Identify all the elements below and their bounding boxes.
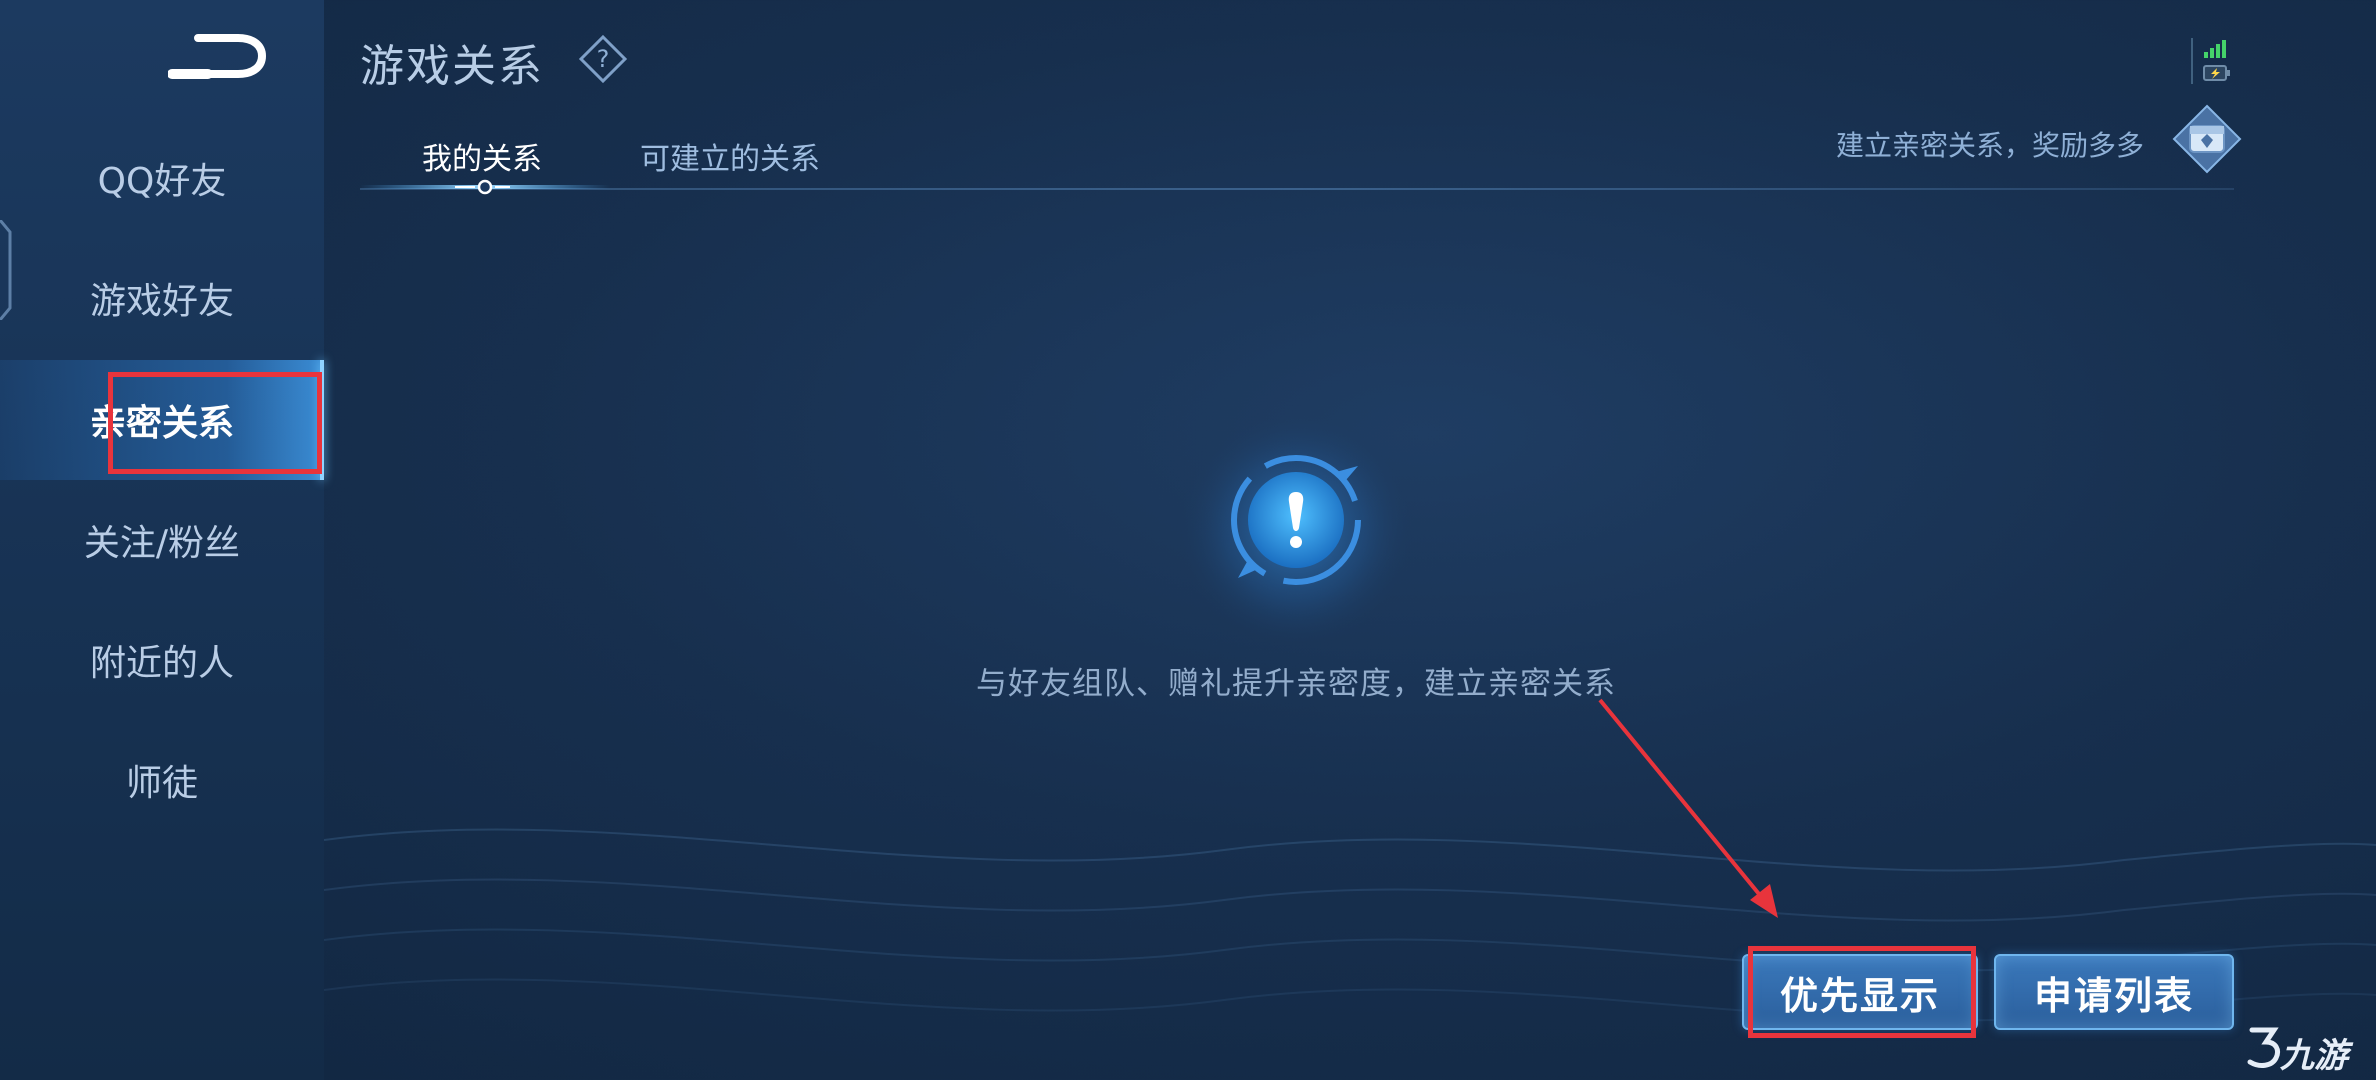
sidebar-item-follow-fans[interactable]: 关注/粉丝 [0,480,324,600]
active-tab-indicator [360,179,610,195]
promo-link[interactable]: 建立亲密关系，奖励多多 [1836,124,2144,164]
site-logo-icon [2247,1027,2281,1068]
help-question-icon[interactable]: ? [578,34,628,84]
sidebar-item-game-friends[interactable]: 游戏好友 [0,238,324,358]
tabs-divider [360,188,2234,190]
priority-display-button[interactable]: 优先显示 [1742,954,1978,1030]
tab-available-relations[interactable]: 可建立的关系 [640,126,820,186]
svg-text:?: ? [597,45,610,73]
sidebar-item-label: QQ好友 [97,161,227,202]
sidebar-item-intimate-relations[interactable]: 亲密关系 [0,360,324,480]
signal-battery-icon [2191,38,2230,84]
request-list-button[interactable]: 申请列表 [1994,954,2234,1030]
background-wave-decoration [324,828,2376,1022]
reward-chest-icon[interactable] [2172,104,2242,174]
sidebar-item-qq-friends[interactable]: QQ好友 [0,118,324,238]
back-arrow-icon[interactable] [168,30,268,86]
page-title: 游戏关系 [360,41,544,92]
sidebar: QQ好友 游戏好友 亲密关系 关注/粉丝 附近的人 师徒 [0,0,324,1080]
sidebar-item-label: 师徒 [125,763,198,804]
sidebar-item-label: 亲密关系 [89,403,234,444]
sidebar-item-mentorship[interactable]: 师徒 [0,720,324,840]
empty-state-alert-icon [1178,412,1414,648]
sidebar-item-label: 关注/粉丝 [83,523,241,564]
empty-state-message: 与好友组队、赠礼提升亲密度，建立亲密关系 [976,666,1616,702]
watermark-text: 九游 [2280,1036,2348,1076]
sidebar-item-label: 游戏好友 [89,281,234,322]
